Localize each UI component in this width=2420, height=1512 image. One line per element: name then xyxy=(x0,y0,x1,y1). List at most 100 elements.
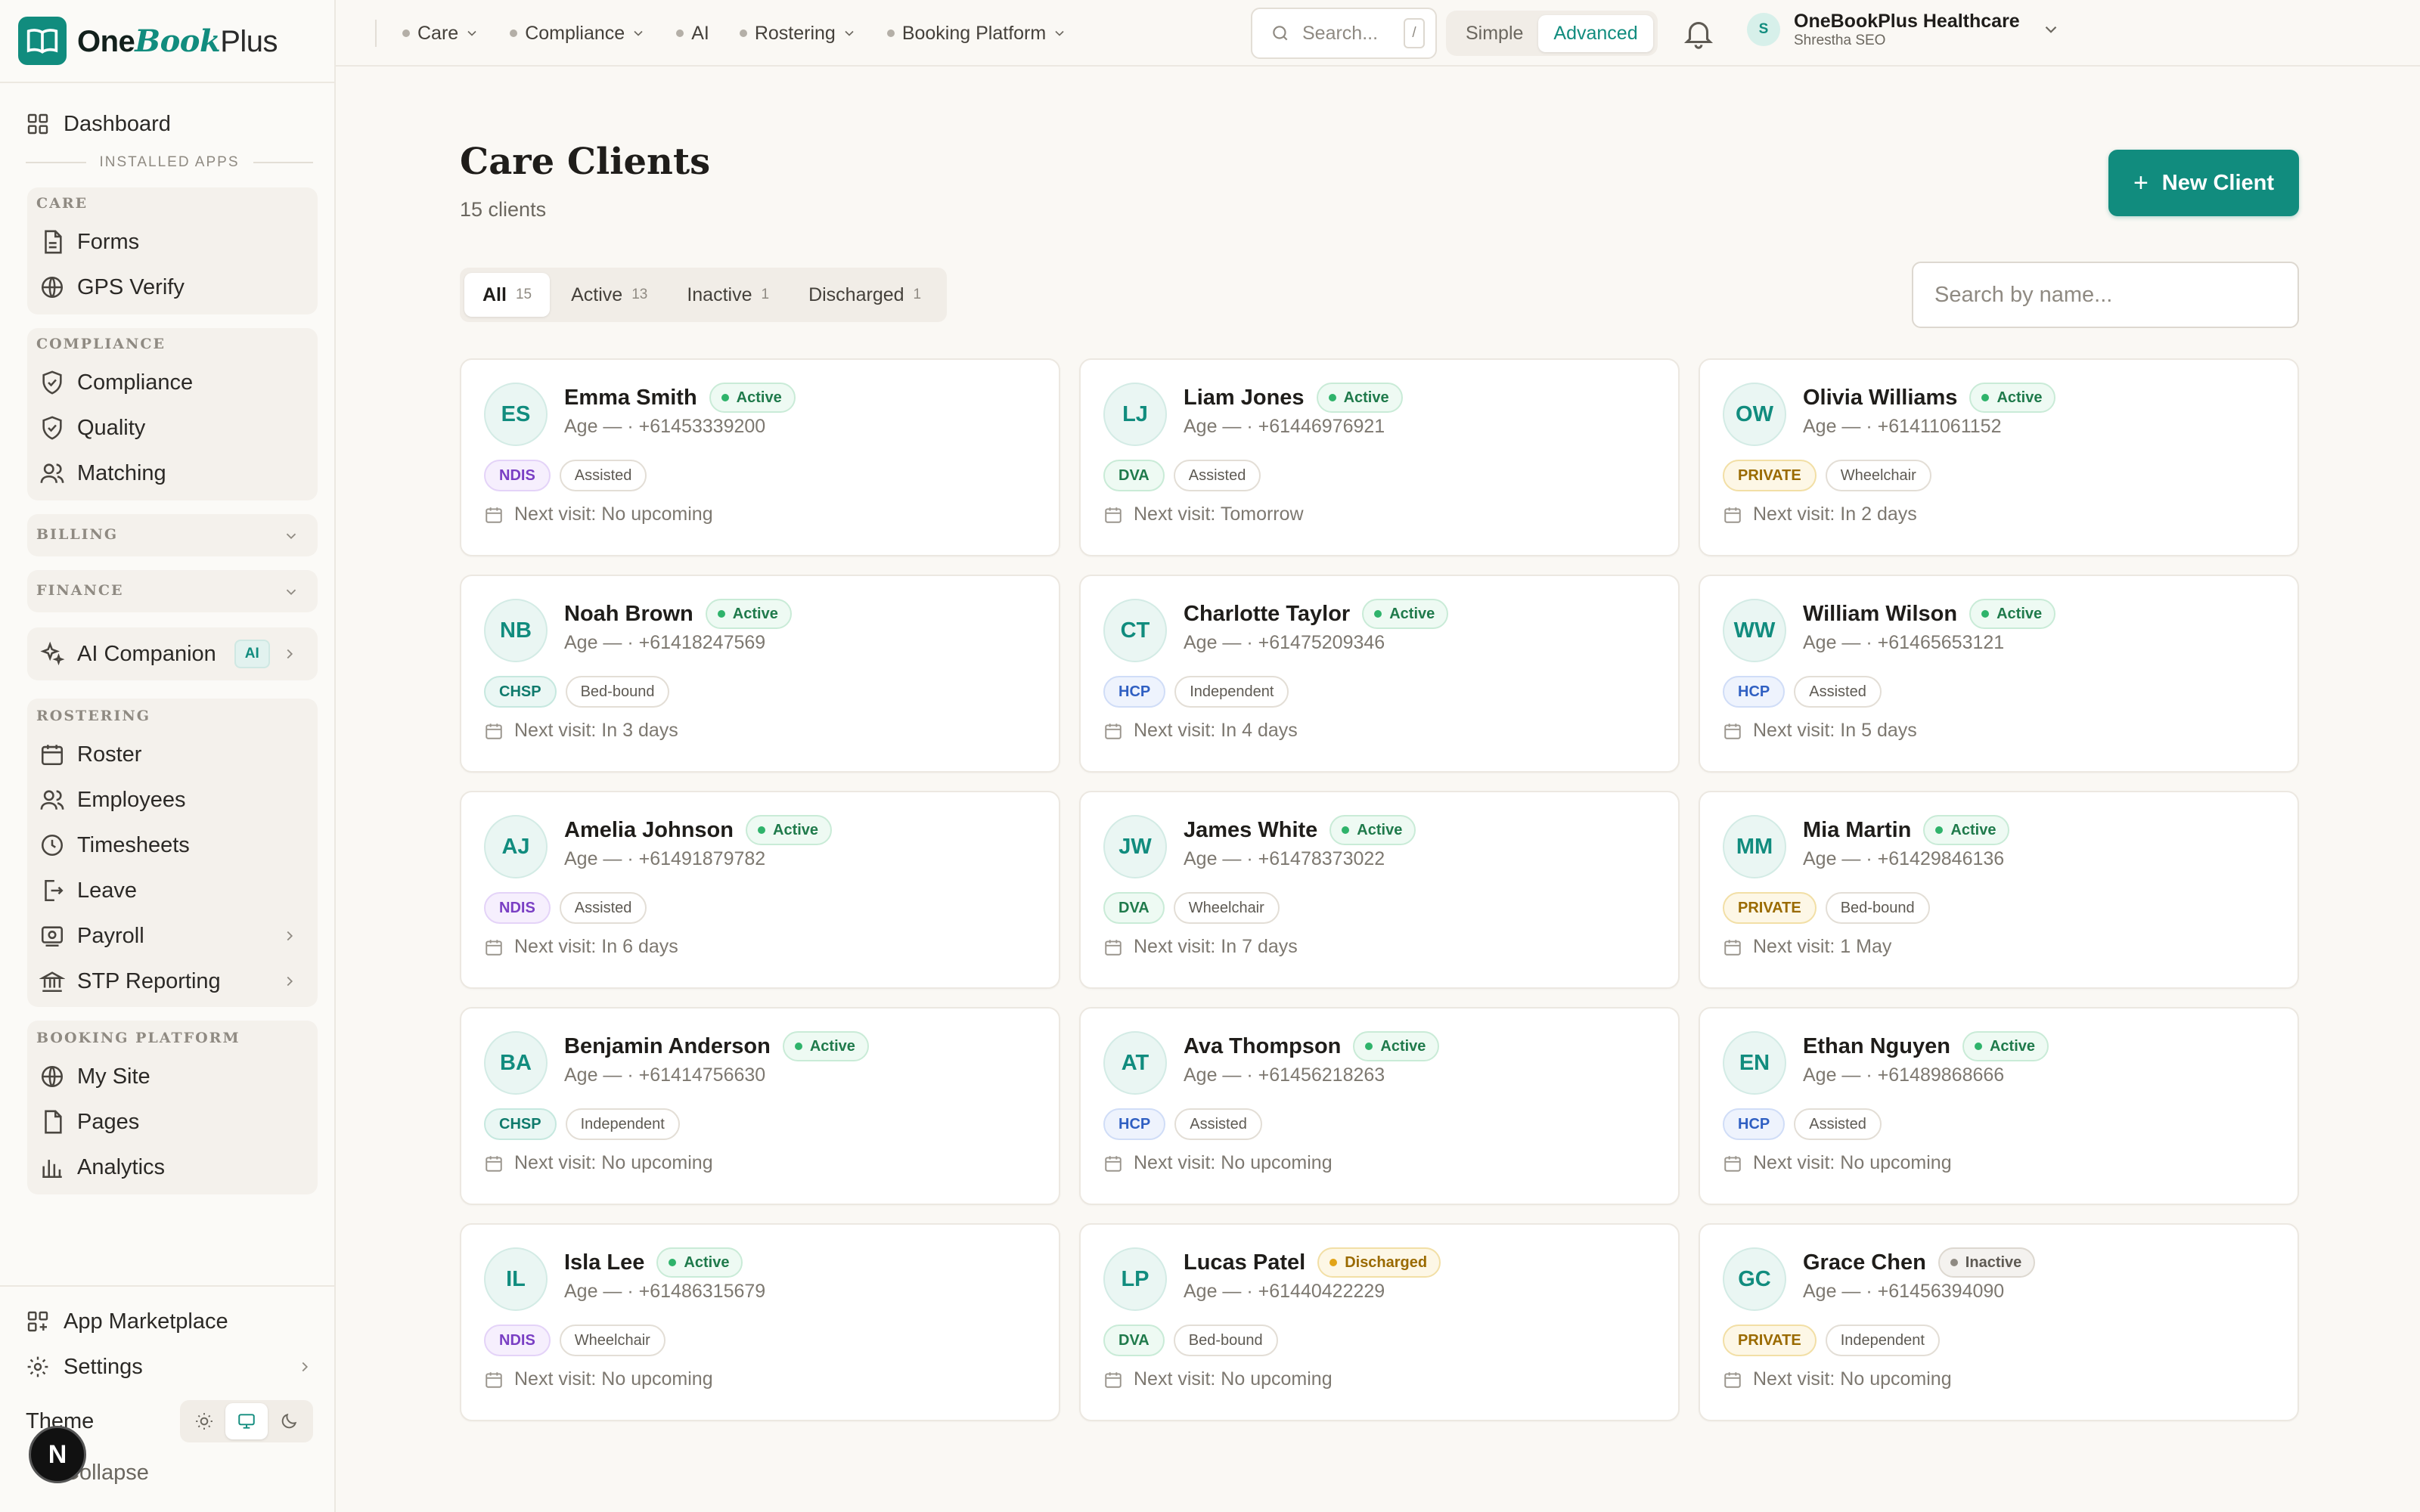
sidebar-item-my-site[interactable]: My Site xyxy=(39,1055,310,1098)
moon-icon[interactable] xyxy=(268,1403,310,1439)
sidebar-item-dashboard[interactable]: Dashboard xyxy=(26,103,171,145)
app-logo[interactable]: OneBookPlus xyxy=(18,17,278,65)
client-card[interactable]: AT Ava Thompson Active Age — · +61456218263… xyxy=(1079,1007,1680,1205)
top-nav-care[interactable]: Care xyxy=(402,23,479,45)
top-nav-rostering[interactable]: Rostering xyxy=(739,23,857,45)
shield-check-icon xyxy=(42,370,62,395)
client-card[interactable]: LJ Liam Jones Active Age — · +61446976921 DV… xyxy=(1079,358,1680,556)
chevron-right-icon xyxy=(287,649,293,659)
sidebar-item-gps-verify[interactable]: GPS Verify xyxy=(39,266,310,308)
client-name[interactable]: Charlotte Taylor xyxy=(1184,602,1350,627)
client-name[interactable]: Olivia Williams xyxy=(1803,386,1957,411)
tab-count: 15 xyxy=(515,287,532,302)
n-badge[interactable]: N xyxy=(29,1426,86,1483)
tab-discharged[interactable]: Discharged 1 xyxy=(790,273,939,317)
calendar-icon xyxy=(486,507,502,523)
calendar-icon xyxy=(1724,939,1741,956)
sidebar-item-label: Pages xyxy=(77,1109,140,1134)
sidebar-item-label: Employees xyxy=(77,787,186,812)
top-nav-ai[interactable]: AI xyxy=(676,23,709,45)
next-visit: Next visit: In 6 days xyxy=(484,936,678,958)
global-search[interactable]: Search... / xyxy=(1251,8,1437,59)
sidebar-item-analytics[interactable]: Analytics xyxy=(39,1146,310,1188)
client-name[interactable]: Liam Jones xyxy=(1184,386,1305,411)
sidebar-item-label: Compliance xyxy=(77,370,194,395)
sidebar-item-app-marketplace[interactable]: App Marketplace xyxy=(26,1300,228,1343)
monitor-icon[interactable] xyxy=(225,1403,268,1439)
status-label: Active xyxy=(732,605,778,622)
client-name[interactable]: Ethan Nguyen xyxy=(1803,1034,1950,1059)
org-switcher[interactable]: S OneBookPlus Healthcare Shrestha SEO xyxy=(1747,11,2061,49)
client-avatar: LJ xyxy=(1103,383,1167,446)
brand-name: OneBookPlus xyxy=(77,23,278,59)
group-title: COMPLIANCE xyxy=(36,336,166,352)
mobility-tag: Assisted xyxy=(1173,460,1261,491)
client-name[interactable]: Ava Thompson xyxy=(1184,1034,1341,1059)
client-name[interactable]: Benjamin Anderson xyxy=(564,1034,771,1059)
compliance-group: COMPLIANCE Compliance Quality Matching xyxy=(27,328,318,500)
status-dot-icon xyxy=(717,610,725,618)
sidebar-item-settings[interactable]: Settings xyxy=(26,1346,313,1388)
sidebar-item-forms[interactable]: Forms xyxy=(39,221,310,263)
status-dot-icon xyxy=(1342,826,1350,834)
client-card[interactable]: WW William Wilson Active Age — · +614656531… xyxy=(1699,575,2299,773)
client-header: Noah Brown Active xyxy=(564,599,792,629)
chevron-right-icon xyxy=(287,931,293,941)
client-name[interactable]: Emma Smith xyxy=(564,386,697,411)
tab-all[interactable]: All 15 xyxy=(464,273,551,317)
client-card[interactable]: OW Olivia Williams Active Age — · +61411061… xyxy=(1699,358,2299,556)
mode-advanced[interactable]: Advanced xyxy=(1538,14,1653,52)
client-card[interactable]: LP Lucas Patel Discharged Age — · +61440422… xyxy=(1079,1223,1680,1421)
calendar-icon xyxy=(41,745,64,766)
sidebar-item-employees[interactable]: Employees xyxy=(39,779,310,821)
top-nav-compliance[interactable]: Compliance xyxy=(510,23,646,45)
bell-icon[interactable] xyxy=(1677,12,1720,54)
client-card[interactable]: ES Emma Smith Active Age — · +61453339200 ND… xyxy=(460,358,1060,556)
tab-inactive[interactable]: Inactive 1 xyxy=(669,273,787,317)
sidebar-item-quality[interactable]: Quality xyxy=(39,407,310,449)
top-nav-label: Booking Platform xyxy=(901,22,1047,44)
sun-icon[interactable] xyxy=(183,1403,225,1439)
client-card[interactable]: GC Grace Chen Inactive Age — · +61456394090… xyxy=(1699,1223,2299,1421)
client-card[interactable]: EN Ethan Nguyen Active Age — · +61489868666… xyxy=(1699,1007,2299,1205)
sidebar-item-leave[interactable]: Leave xyxy=(39,869,310,912)
client-name[interactable]: Isla Lee xyxy=(564,1250,644,1275)
client-header: Benjamin Anderson Active xyxy=(564,1031,869,1061)
top-nav-booking-platform[interactable]: Booking Platform xyxy=(886,22,1067,45)
client-name[interactable]: Grace Chen xyxy=(1803,1250,1926,1275)
client-card[interactable]: MM Mia Martin Active Age — · +61429846136 PR… xyxy=(1699,791,2299,989)
client-card[interactable]: BA Benjamin Anderson Active Age — · +614147… xyxy=(460,1007,1060,1205)
new-client-button[interactable]: + New Client xyxy=(2108,150,2299,216)
group-title: FINANCE xyxy=(36,582,124,599)
client-card[interactable]: JW James White Active Age — · +61478373022 D… xyxy=(1079,791,1680,989)
status-dot-icon xyxy=(721,394,729,401)
sidebar-item-stp-reporting[interactable]: STP Reporting xyxy=(39,960,310,1002)
mode-simple[interactable]: Simple xyxy=(1450,15,1538,52)
billing-group[interactable]: BILLING xyxy=(27,514,318,556)
client-card[interactable]: CT Charlotte Taylor Active Age — · +6147520… xyxy=(1079,575,1680,773)
sidebar-item-matching[interactable]: Matching xyxy=(39,452,310,494)
client-name[interactable]: Mia Martin xyxy=(1803,818,1911,843)
status-dot-icon xyxy=(1374,610,1382,618)
client-name[interactable]: William Wilson xyxy=(1803,602,1957,627)
mobility-tag: Independent xyxy=(1174,676,1289,708)
tab-active[interactable]: Active 13 xyxy=(553,273,666,317)
sidebar-item-compliance[interactable]: Compliance xyxy=(39,361,310,404)
sidebar-item-ai-companion[interactable]: AI Companion AI xyxy=(27,627,318,680)
sidebar-item-roster[interactable]: Roster xyxy=(39,733,310,776)
group-title: BOOKING PLATFORM xyxy=(36,1030,240,1046)
client-card[interactable]: IL Isla Lee Active Age — · +61486315679 NDIS… xyxy=(460,1223,1060,1421)
client-card[interactable]: AJ Amelia Johnson Active Age — · +614918797… xyxy=(460,791,1060,989)
sidebar-item-pages[interactable]: Pages xyxy=(39,1101,310,1143)
client-name[interactable]: James White xyxy=(1184,818,1317,843)
client-card[interactable]: NB Noah Brown Active Age — · +61418247569 CH… xyxy=(460,575,1060,773)
finance-group[interactable]: FINANCE xyxy=(27,570,318,612)
installed-apps-label: INSTALLED APPS xyxy=(26,154,313,171)
client-name[interactable]: Lucas Patel xyxy=(1184,1250,1305,1275)
sidebar-item-payroll[interactable]: Payroll xyxy=(39,915,310,957)
sidebar-item-timesheets[interactable]: Timesheets xyxy=(39,824,310,866)
client-name[interactable]: Noah Brown xyxy=(564,602,693,627)
sidebar-item-label: Settings xyxy=(64,1354,143,1379)
client-search-input[interactable] xyxy=(1912,262,2299,328)
client-name[interactable]: Amelia Johnson xyxy=(564,818,734,843)
